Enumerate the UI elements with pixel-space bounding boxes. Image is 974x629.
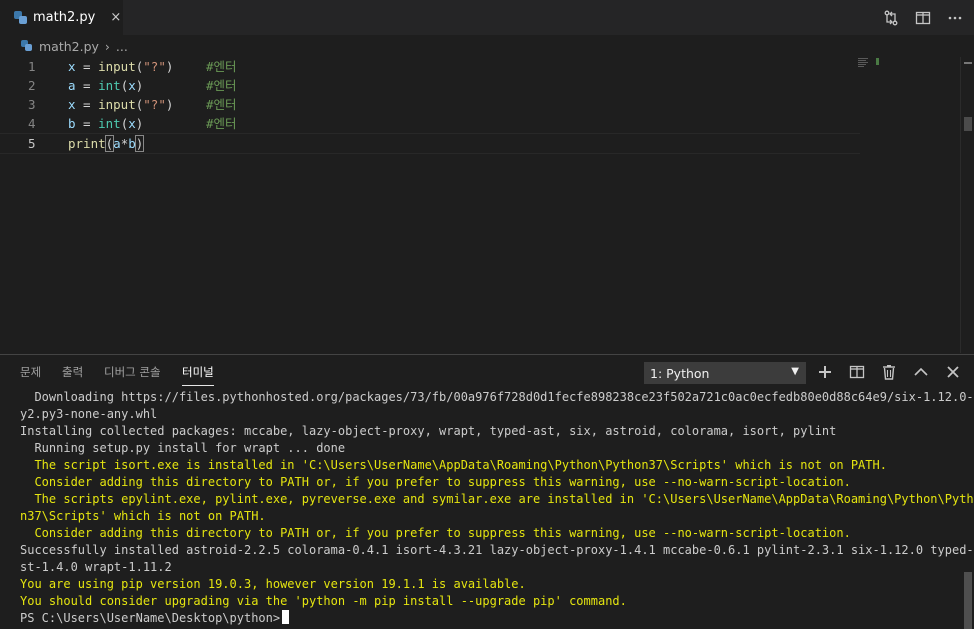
add-terminal-icon[interactable] xyxy=(816,363,834,381)
code-text: x = input("?") xyxy=(68,59,174,74)
kill-terminal-icon[interactable] xyxy=(880,363,898,381)
terminal-output[interactable]: Downloading https://files.pythonhosted.o… xyxy=(0,389,974,629)
breadcrumb-more[interactable]: ... xyxy=(116,39,128,54)
code-comment: #엔터 xyxy=(206,97,237,112)
code-line: 2 a = int(x) #엔터 xyxy=(0,76,860,95)
line-number: 5 xyxy=(28,136,36,151)
terminal-select-value: 1: Python xyxy=(650,365,710,381)
close-tab-button[interactable]: × xyxy=(110,10,121,25)
code-text: x = input("?") xyxy=(68,97,174,112)
terminal-cursor xyxy=(282,610,290,624)
code-line: 1 x = input("?") #엔터 xyxy=(0,57,860,76)
close-panel-icon[interactable] xyxy=(944,363,962,381)
compare-changes-icon[interactable] xyxy=(882,9,900,27)
editor-actions xyxy=(882,0,964,35)
terminal-scrollbar-thumb[interactable] xyxy=(964,572,972,629)
code-line-current: 5 print(a*b) xyxy=(0,133,860,154)
prompt-text: PS C:\Users\UserName\Desktop\python> xyxy=(20,611,281,625)
tab-output[interactable]: 출력 xyxy=(62,364,83,380)
line-number: 3 xyxy=(28,97,36,112)
split-editor-icon[interactable] xyxy=(914,9,932,27)
terminal-line: Downloading https://files.pythonhosted.o… xyxy=(20,390,974,404)
breadcrumb-file[interactable]: math2.py xyxy=(39,39,99,54)
tab-debug-console[interactable]: 디버그 콘솔 xyxy=(104,364,161,380)
line-number: 1 xyxy=(28,59,36,74)
code-comment: #엔터 xyxy=(206,59,237,74)
editor-scrollbar[interactable] xyxy=(960,57,974,353)
breadcrumb-separator: › xyxy=(104,38,110,54)
terminal-select[interactable]: 1: Python ▼ xyxy=(644,362,806,384)
terminal-line-warning: You should consider upgrading via the 'p… xyxy=(20,594,627,608)
tab-problems[interactable]: 문제 xyxy=(20,364,41,380)
maximize-panel-icon[interactable] xyxy=(912,363,930,381)
terminal-line: Successfully installed astroid-2.2.5 col… xyxy=(20,543,974,557)
code-line: 4 b = int(x) #엔터 xyxy=(0,114,860,133)
terminal-line-warning: The scripts epylint.exe, pylint.exe, pyr… xyxy=(20,492,974,506)
code-text: a = int(x) xyxy=(68,78,144,93)
terminal-line-warning: n37\Scripts' which is not on PATH. xyxy=(20,509,266,523)
code-comment: #엔터 xyxy=(206,116,237,131)
tab-math2-py[interactable]: math2.py × xyxy=(0,0,123,35)
terminal-line-warning: You are using pip version 19.0.3, howeve… xyxy=(20,577,526,591)
more-actions-icon[interactable] xyxy=(946,9,964,27)
terminal-line: Installing collected packages: mccabe, l… xyxy=(20,424,837,438)
breadcrumb: math2.py › ... xyxy=(0,35,974,57)
code-text: print(a*b) xyxy=(68,135,145,152)
code-line: 3 x = input("?") #엔터 xyxy=(0,95,860,114)
minimap[interactable] xyxy=(858,58,882,70)
python-file-icon xyxy=(21,40,33,52)
bottom-panel: 문제 출력 디버그 콘솔 터미널 1: Python ▼ Downloading… xyxy=(0,354,974,629)
code-comment: #엔터 xyxy=(206,78,237,93)
terminal-line: y2.py3-none-any.whl xyxy=(20,407,158,421)
terminal-scrollbar[interactable] xyxy=(962,389,974,629)
code-editor[interactable]: 1 x = input("?") #엔터 2 a = int(x) #엔터 3 … xyxy=(0,57,974,353)
terminal-prompt[interactable]: PS C:\Users\UserName\Desktop\python> xyxy=(20,610,290,627)
tab-label: math2.py xyxy=(33,10,96,25)
line-number: 4 xyxy=(28,116,36,131)
python-file-icon xyxy=(14,10,28,25)
terminal-line-warning: Consider adding this directory to PATH o… xyxy=(20,475,851,489)
tab-terminal[interactable]: 터미널 xyxy=(182,364,214,386)
panel-header: 문제 출력 디버그 콘솔 터미널 1: Python ▼ xyxy=(0,355,974,389)
chevron-down-icon: ▼ xyxy=(791,366,799,377)
editor-tab-bar: math2.py × xyxy=(0,0,974,35)
panel-actions xyxy=(816,362,962,382)
terminal-line: Running setup.py install for wrapt ... d… xyxy=(20,441,346,455)
split-terminal-icon[interactable] xyxy=(848,363,866,381)
terminal-line-warning: Consider adding this directory to PATH o… xyxy=(20,526,851,540)
line-number: 2 xyxy=(28,78,36,93)
terminal-line: st-1.4.0 wrapt-1.11.2 xyxy=(20,560,172,574)
code-text: b = int(x) xyxy=(68,116,144,131)
terminal-line-warning: The script isort.exe is installed in 'C:… xyxy=(20,458,887,472)
